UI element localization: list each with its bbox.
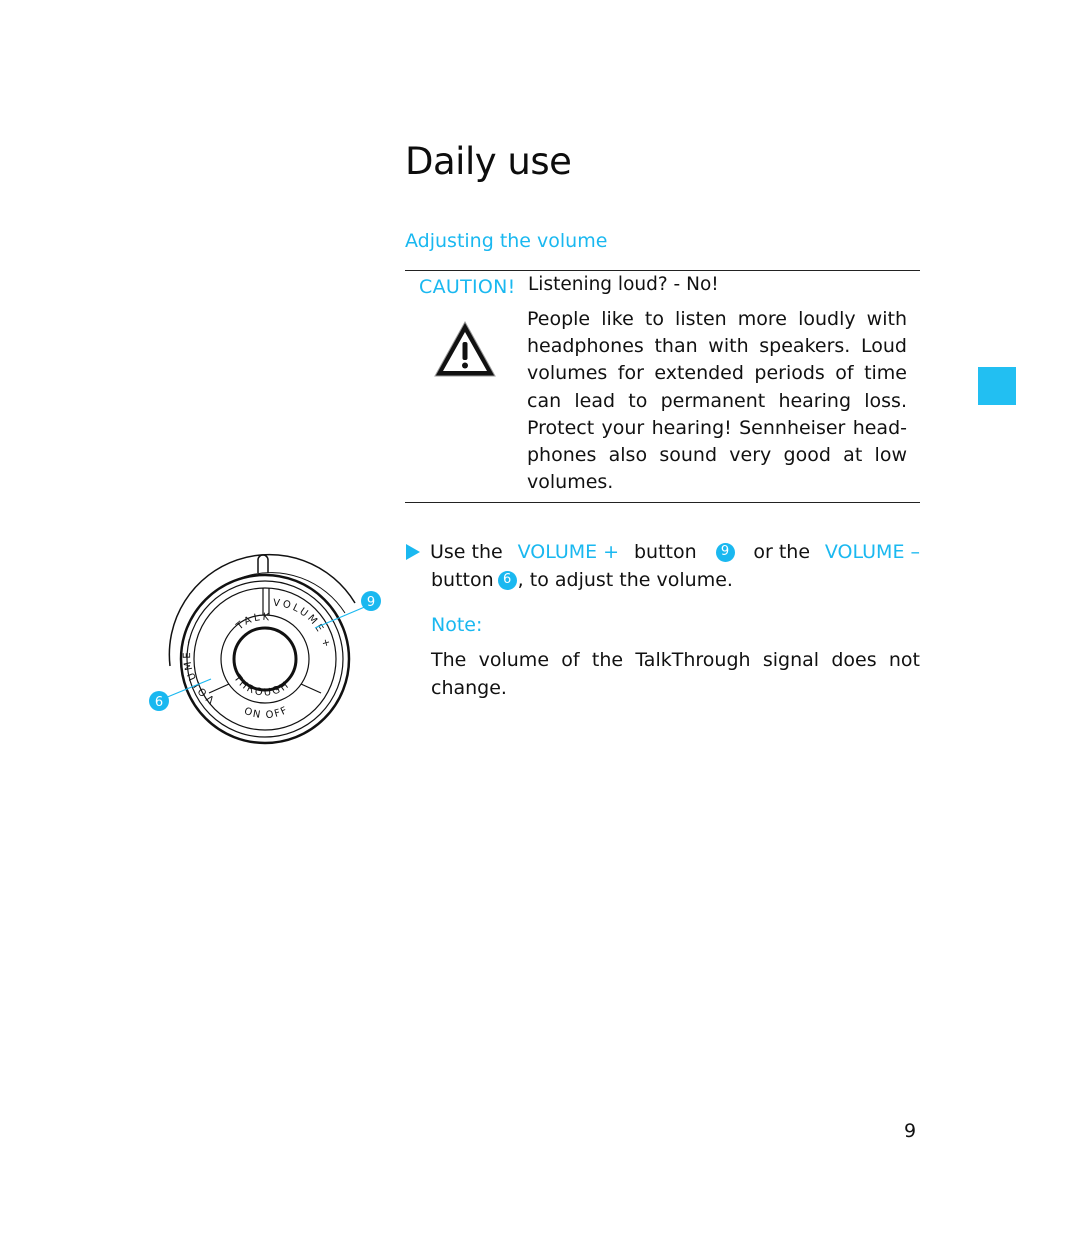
note-body: The volume of the TalkThrough signal doe…	[431, 649, 920, 699]
post	[257, 554, 269, 573]
control-dial-diagram: VOLUME – VOLUME + TALK THROUGH ON OFF 9 …	[149, 553, 381, 745]
volume-minus-label: VOLUME –	[824, 541, 920, 563]
svg-text:6: 6	[155, 695, 163, 710]
caution-bottom-rule	[405, 502, 920, 503]
section-heading: Adjusting the volume	[405, 230, 608, 252]
svg-text:9: 9	[367, 595, 375, 610]
instr-text-5: , to adjust the volume.	[517, 569, 733, 591]
note-label: Note:	[431, 614, 483, 636]
chapter-tab-marker	[978, 367, 1016, 405]
instr-text-3: or the	[753, 541, 811, 563]
callout-6-icon: 6	[497, 570, 517, 590]
caution-heading: Listening loud? - No!	[528, 274, 719, 295]
page-number: 9	[904, 1120, 917, 1142]
page-title: Daily use	[405, 140, 572, 183]
instruction-step: Use the VOLUME + button 9 or the VOLUME …	[406, 538, 920, 594]
warning-triangle-icon	[434, 320, 496, 377]
instr-text-4: button	[431, 569, 494, 591]
caution-body: People like to listen more loudly with h…	[527, 308, 907, 494]
caution-label: CAUTION!	[419, 276, 516, 298]
volume-plus-label: VOLUME +	[517, 541, 620, 563]
step-arrow-icon	[406, 544, 420, 560]
caution-top-rule	[405, 270, 920, 271]
instr-text-2: button	[633, 541, 697, 563]
instr-text-1: Use the	[430, 541, 503, 563]
callout-9-icon: 9	[715, 542, 735, 562]
